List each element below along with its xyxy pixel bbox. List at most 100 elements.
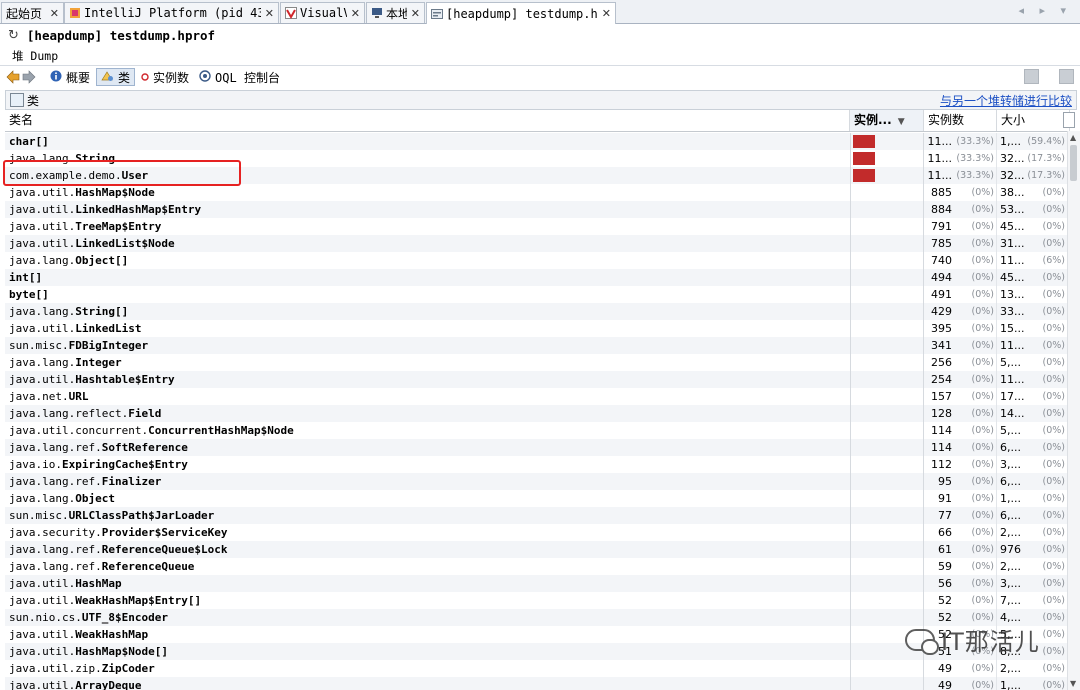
class-simple-name: ArrayDeque bbox=[75, 679, 142, 690]
instances-count-value: 56 bbox=[938, 577, 952, 590]
table-row[interactable]: byte[] 491 (0%) 13... (0%) bbox=[5, 286, 1067, 303]
class-package: java.util.zip. bbox=[9, 662, 102, 675]
table-row[interactable]: java.lang.ref.ReferenceQueue 59 (0%) 2,... (… bbox=[5, 558, 1067, 575]
table-row[interactable]: java.util.LinkedHashMap$Entry 884 (0%) 53..… bbox=[5, 201, 1067, 218]
instances-percent: (0%) bbox=[971, 476, 994, 487]
instances-percent: (0%) bbox=[971, 578, 994, 589]
tab-visualvm[interactable]: VisualVM ✕ bbox=[280, 2, 365, 23]
classes-button[interactable]: 类 bbox=[96, 68, 136, 86]
table-row[interactable]: java.lang.Object 91 (0%) 1,... (0%) bbox=[5, 490, 1067, 507]
table-row[interactable]: java.util.LinkedList 395 (0%) 15... (0%) bbox=[5, 320, 1067, 337]
size-percent: (0%) bbox=[1042, 595, 1065, 606]
instances-label: 实例数 bbox=[153, 70, 190, 85]
export-icon[interactable] bbox=[1059, 69, 1074, 84]
instances-count-value: 49 bbox=[938, 662, 952, 675]
table-row[interactable]: java.lang.ref.ReferenceQueue$Lock 61 (0%) 9… bbox=[5, 541, 1067, 558]
class-name-cell: java.util.TreeMap$Entry bbox=[9, 218, 845, 235]
size-value: 32... bbox=[1000, 152, 1025, 165]
instances-count-cell: 52 (0%) bbox=[924, 592, 997, 609]
class-simple-name: String[] bbox=[75, 305, 129, 318]
table-row[interactable]: java.lang.Integer 256 (0%) 5,... (0%) bbox=[5, 354, 1067, 371]
tab-start-page[interactable]: 起始页 ✕ bbox=[1, 2, 64, 23]
column-header-instances[interactable]: 实例数 bbox=[924, 110, 997, 131]
size-value: 11... bbox=[1000, 339, 1025, 352]
table-row[interactable]: java.util.concurrent.ConcurrentHashMap$N… bbox=[5, 422, 1067, 439]
instances-percent: (0%) bbox=[971, 459, 994, 470]
vertical-scrollbar[interactable]: ▲ ▼ bbox=[1067, 131, 1080, 690]
size-value: 7,... bbox=[1000, 594, 1021, 607]
instances-bar-fill bbox=[853, 152, 875, 165]
class-name-cell: java.util.HashMap$Node bbox=[9, 184, 845, 201]
table-row[interactable]: java.io.ExpiringCache$Entry 112 (0%) 3,... (… bbox=[5, 456, 1067, 473]
save-snapshot-icon[interactable] bbox=[1024, 69, 1039, 84]
table-row[interactable]: java.util.ArrayDeque 49 (0%) 1,... (0%) bbox=[5, 677, 1067, 690]
table-row[interactable]: java.util.LinkedList$Node 785 (0%) 31... (0%… bbox=[5, 235, 1067, 252]
class-simple-name: Integer bbox=[75, 356, 122, 369]
column-chooser-icon[interactable] bbox=[1063, 112, 1075, 128]
column-header-class-name[interactable]: 类名 bbox=[5, 110, 850, 131]
instances-bar-cell bbox=[850, 524, 924, 541]
summary-button[interactable]: 概要 bbox=[46, 68, 94, 86]
column-header-instances-bar[interactable]: 实例... ▼ bbox=[850, 110, 924, 131]
forward-arrow-icon[interactable] bbox=[22, 70, 36, 84]
table-row[interactable]: java.util.zip.ZipCoder 49 (0%) 2,... (0%) bbox=[5, 660, 1067, 677]
table-row[interactable]: java.util.TreeMap$Entry 791 (0%) 45... (0%) bbox=[5, 218, 1067, 235]
scrollbar-thumb[interactable] bbox=[1070, 145, 1077, 181]
table-row[interactable]: java.lang.Object[] 740 (0%) 11... (6%) bbox=[5, 252, 1067, 269]
classes-label: 类 bbox=[118, 70, 131, 85]
column-header-size[interactable]: 大小 bbox=[997, 110, 1070, 131]
table-row[interactable]: java.lang.String[] 429 (0%) 33... (0%) bbox=[5, 303, 1067, 320]
compare-heap-dump-link[interactable]: 与另一个堆转储进行比较 bbox=[940, 92, 1072, 109]
table-row[interactable]: java.util.Hashtable$Entry 254 (0%) 11... (0%… bbox=[5, 371, 1067, 388]
table-row[interactable]: java.util.WeakHashMap$Entry[] 52 (0%) 7,...… bbox=[5, 592, 1067, 609]
class-simple-name: Object bbox=[75, 492, 115, 505]
instances-count-value: 256 bbox=[931, 356, 952, 369]
table-row[interactable]: sun.misc.URLClassPath$JarLoader 77 (0%) 6,.… bbox=[5, 507, 1067, 524]
tab-label: 本地 bbox=[386, 6, 407, 21]
close-icon[interactable]: ✕ bbox=[602, 7, 611, 20]
table-row[interactable]: java.util.HashMap$Node 885 (0%) 38... (0%) bbox=[5, 184, 1067, 201]
table-row[interactable]: java.lang.reflect.Field 128 (0%) 14... (0%) bbox=[5, 405, 1067, 422]
instances-bar-cell bbox=[850, 473, 924, 490]
size-value: 53... bbox=[1000, 203, 1025, 216]
close-icon[interactable]: ✕ bbox=[411, 7, 420, 20]
table-row[interactable]: java.util.HashMap 56 (0%) 3,... (0%) bbox=[5, 575, 1067, 592]
class-name-cell: java.util.Hashtable$Entry bbox=[9, 371, 845, 388]
instances-count-value: 49 bbox=[938, 679, 952, 690]
table-row[interactable]: sun.misc.FDBigInteger 341 (0%) 11... (0%) bbox=[5, 337, 1067, 354]
back-arrow-icon[interactable] bbox=[6, 70, 20, 84]
table-row[interactable]: int[] 494 (0%) 45... (0%) bbox=[5, 269, 1067, 286]
instances-percent: (0%) bbox=[971, 442, 994, 453]
size-percent: (0%) bbox=[1042, 238, 1065, 249]
classes-table-header: 类名 实例... ▼ 实例数 大小 bbox=[5, 110, 1075, 132]
class-name-cell: java.lang.Object[] bbox=[9, 252, 845, 269]
size-value: 13... bbox=[1000, 288, 1025, 301]
instances-button[interactable]: 实例数 bbox=[137, 68, 193, 86]
size-value: 2,... bbox=[1000, 526, 1021, 539]
oql-console-button[interactable]: OQL 控制台 bbox=[195, 68, 284, 86]
class-name-cell: java.util.HashMap$Node[] bbox=[9, 643, 845, 660]
close-icon[interactable]: ✕ bbox=[50, 7, 59, 20]
close-icon[interactable]: ✕ bbox=[265, 7, 274, 20]
instances-bar-cell bbox=[850, 371, 924, 388]
table-row[interactable]: char[] 11... (33.3%) 1,... (59.4%) bbox=[5, 133, 1067, 150]
instances-count-cell: 114 (0%) bbox=[924, 439, 997, 456]
instances-percent: (0%) bbox=[971, 272, 994, 283]
instances-count-value: 885 bbox=[931, 186, 952, 199]
refresh-icon[interactable]: ↻ bbox=[8, 28, 19, 43]
tab-local[interactable]: 本地 ✕ bbox=[366, 2, 425, 23]
table-row[interactable]: java.security.Provider$ServiceKey 66 (0%) 2… bbox=[5, 524, 1067, 541]
size-percent: (0%) bbox=[1042, 204, 1065, 215]
tab-heapdump[interactable]: [heapdump] testdump.hprof ✕ bbox=[426, 2, 616, 24]
scroll-up-icon[interactable]: ▲ bbox=[1070, 133, 1076, 142]
instances-percent: (33.3%) bbox=[956, 170, 994, 181]
instances-count-value: 341 bbox=[931, 339, 952, 352]
table-row[interactable]: java.net.URL 157 (0%) 17... (0%) bbox=[5, 388, 1067, 405]
tab-intellij-platform[interactable]: IntelliJ Platform (pid 43580) ✕ bbox=[64, 2, 279, 23]
close-icon[interactable]: ✕ bbox=[351, 7, 360, 20]
table-row[interactable]: java.lang.ref.SoftReference 114 (0%) 6,... (… bbox=[5, 439, 1067, 456]
table-row[interactable]: java.lang.ref.Finalizer 95 (0%) 6,... (0%) bbox=[5, 473, 1067, 490]
size-percent: (0%) bbox=[1042, 646, 1065, 657]
tab-scroll-arrows[interactable]: ◂ ▸ ▾ bbox=[1018, 4, 1072, 17]
scroll-down-icon[interactable]: ▼ bbox=[1070, 679, 1076, 688]
